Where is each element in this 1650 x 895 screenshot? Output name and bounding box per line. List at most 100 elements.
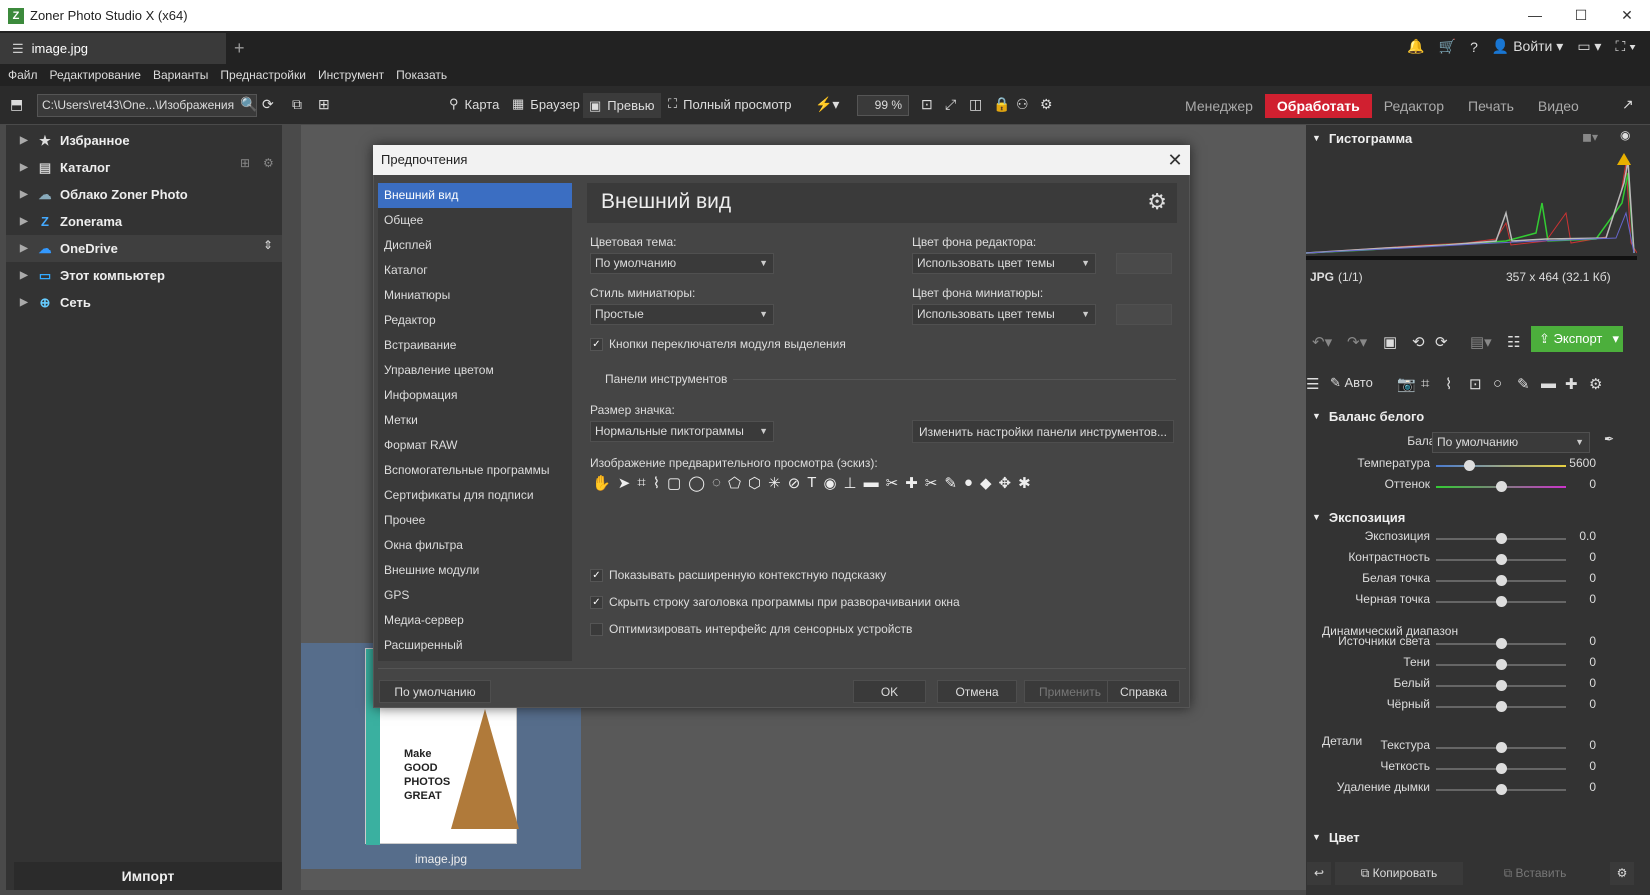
mode-manager[interactable]: Менеджер: [1173, 94, 1265, 118]
color-header[interactable]: ▼ Цвет: [1312, 826, 1360, 848]
tree-item[interactable]: ▶ ★ Избранное: [6, 127, 282, 154]
slider-knob[interactable]: [1496, 533, 1507, 544]
preview-button[interactable]: ▣ Превью: [583, 93, 661, 118]
expand-arrow-icon[interactable]: ▶: [20, 189, 34, 200]
rotate-right-icon[interactable]: ⟳: [1435, 333, 1448, 351]
cart-icon[interactable]: 🛒: [1439, 38, 1456, 55]
mode-process[interactable]: Обработать: [1264, 94, 1372, 118]
thumb-bg-select[interactable]: Использовать цвет темы ▼: [912, 304, 1096, 325]
category-item[interactable]: Сертификаты для подписи: [378, 483, 572, 508]
gear-tool-icon[interactable]: ⚙: [1589, 375, 1602, 393]
adjust-slider[interactable]: Текстура 0: [1306, 738, 1606, 758]
help-icon[interactable]: ?: [1470, 39, 1478, 55]
undo-icon[interactable]: ↶▾: [1312, 333, 1332, 351]
change-toolbar-button[interactable]: Изменить настройки панели инструментов..…: [912, 420, 1174, 443]
paste-button[interactable]: ⧉ Вставить: [1471, 862, 1599, 885]
histogram-header[interactable]: ▼ Гистограмма: [1312, 127, 1412, 149]
category-item[interactable]: GPS: [378, 583, 572, 608]
slider-knob[interactable]: [1496, 481, 1507, 492]
category-item[interactable]: Встраивание: [378, 333, 572, 358]
close-button[interactable]: ✕: [1604, 0, 1650, 31]
fullview-button[interactable]: ⛶ Полный просмотр: [668, 96, 791, 112]
category-item[interactable]: Медиа-сервер: [378, 608, 572, 633]
adjust-icon[interactable]: ☷: [1507, 333, 1520, 351]
slider-knob[interactable]: [1496, 596, 1507, 607]
editor-bg-select[interactable]: Использовать цвет темы ▼: [912, 253, 1096, 274]
settings-icon[interactable]: ◉: [1620, 128, 1630, 142]
dialog-close-button[interactable]: ✕: [1160, 145, 1190, 175]
adjust-slider[interactable]: Черная точка 0: [1306, 592, 1606, 612]
tree-item[interactable]: ▶ ☁ OneDrive: [6, 235, 282, 262]
tree-item[interactable]: ▶ ⊕ Сеть: [6, 289, 282, 316]
expand-arrow-icon[interactable]: ▶: [20, 135, 34, 146]
menu-item[interactable]: Инструмент: [318, 68, 384, 82]
adjust-slider[interactable]: Экспозиция 0.0: [1306, 529, 1606, 549]
expand-arrow-icon[interactable]: ▶: [20, 270, 34, 281]
rotate-left-icon[interactable]: ⟲: [1412, 333, 1425, 351]
folder-up-icon[interactable]: ⬒: [10, 96, 23, 113]
category-item[interactable]: Внешние модули: [378, 558, 572, 583]
cancel-button[interactable]: Отмена: [937, 680, 1017, 703]
stamp-icon[interactable]: ⚇: [1016, 96, 1029, 113]
exposure-header[interactable]: ▼ Экспозиция: [1312, 506, 1405, 528]
minimize-button[interactable]: —: [1512, 0, 1558, 31]
frame-icon[interactable]: ⊡: [1469, 375, 1482, 393]
category-item[interactable]: Вспомогательные программы: [378, 458, 572, 483]
category-item[interactable]: Формат RAW: [378, 433, 572, 458]
add-folder-icon[interactable]: ⊞: [240, 156, 250, 170]
category-item[interactable]: Окна фильтра: [378, 533, 572, 558]
selection-switch-checkbox[interactable]: ✓ Кнопки переключателя модуля выделения: [590, 337, 846, 351]
adjust-slider[interactable]: Четкость 0: [1306, 759, 1606, 779]
editor-bg-swatch[interactable]: [1116, 253, 1172, 274]
image-icon[interactable]: ▣: [1383, 333, 1397, 351]
export-button[interactable]: ⇪ Экспорт ▾: [1531, 326, 1623, 352]
category-item[interactable]: Редактор: [378, 308, 572, 333]
perspective-icon[interactable]: ⌇: [1445, 375, 1452, 393]
search-icon[interactable]: 🔍: [240, 96, 257, 113]
lock-icon[interactable]: 🔒: [993, 96, 1010, 113]
flash-dropdown-icon[interactable]: ⚡▾: [815, 96, 839, 113]
extended-tooltip-checkbox[interactable]: ✓ Показывать расширенную контекстную подс…: [590, 568, 886, 582]
slider-knob[interactable]: [1496, 742, 1507, 753]
tree-item[interactable]: ▶ Z Zonerama: [6, 208, 282, 235]
camera-tool-icon[interactable]: 📷: [1397, 375, 1416, 393]
adjust-slider[interactable]: Чёрный 0: [1306, 697, 1606, 717]
settings-view-icon[interactable]: ⚙: [1040, 96, 1053, 113]
menu-item[interactable]: Редактирование: [50, 68, 141, 82]
category-item[interactable]: Каталог: [378, 258, 572, 283]
new-tab-button[interactable]: +: [234, 38, 245, 59]
tab-image[interactable]: ☰ image.jpg: [0, 33, 226, 64]
tree-item[interactable]: ▶ ☁ Облако Zoner Photo: [6, 181, 282, 208]
mode-editor[interactable]: Редактор: [1372, 94, 1456, 118]
sort-icon[interactable]: ⇕: [263, 238, 273, 252]
category-item[interactable]: Информация: [378, 383, 572, 408]
fit-icon[interactable]: ⤢: [945, 96, 956, 113]
expand-arrow-icon[interactable]: ▶: [20, 162, 34, 173]
crop-icon[interactable]: ⌗: [1421, 375, 1429, 392]
icon-size-select[interactable]: Нормальные пиктограммы ▼: [590, 421, 774, 442]
compare-icon[interactable]: ◫: [969, 96, 982, 113]
slider-knob[interactable]: [1496, 701, 1507, 712]
path-input[interactable]: C:\Users\ret43\One...\Изображения: [37, 94, 257, 117]
external-link-icon[interactable]: ↗: [1622, 96, 1634, 113]
mode-video[interactable]: Видео: [1526, 94, 1591, 118]
adjust-slider[interactable]: Удаление дымки 0: [1306, 780, 1606, 800]
maximize-button[interactable]: ☐: [1558, 0, 1604, 31]
adjust-slider[interactable]: Температура 5600: [1306, 456, 1606, 476]
category-item[interactable]: Внешний вид: [378, 183, 572, 208]
save-icon[interactable]: ▤▾: [1470, 333, 1492, 351]
expand-arrow-icon[interactable]: ▶: [20, 216, 34, 227]
apply-button[interactable]: Применить: [1024, 680, 1116, 703]
wb-header[interactable]: ▼ Баланс белого: [1312, 405, 1424, 427]
refresh-icon[interactable]: ⟳: [262, 96, 274, 113]
camera-icon[interactable]: ◼▾: [1582, 130, 1598, 144]
eyedropper-icon[interactable]: ✒: [1604, 432, 1614, 446]
category-item[interactable]: Метки: [378, 408, 572, 433]
filters-icon[interactable]: ☰: [1306, 375, 1319, 393]
category-item[interactable]: Миниатюры: [378, 283, 572, 308]
help-button[interactable]: Справка: [1107, 680, 1180, 703]
fullscreen-icon[interactable]: ⛶ ▾: [1615, 38, 1636, 55]
slider-knob[interactable]: [1496, 638, 1507, 649]
adjust-slider[interactable]: Контрастность 0: [1306, 550, 1606, 570]
slider-knob[interactable]: [1496, 680, 1507, 691]
